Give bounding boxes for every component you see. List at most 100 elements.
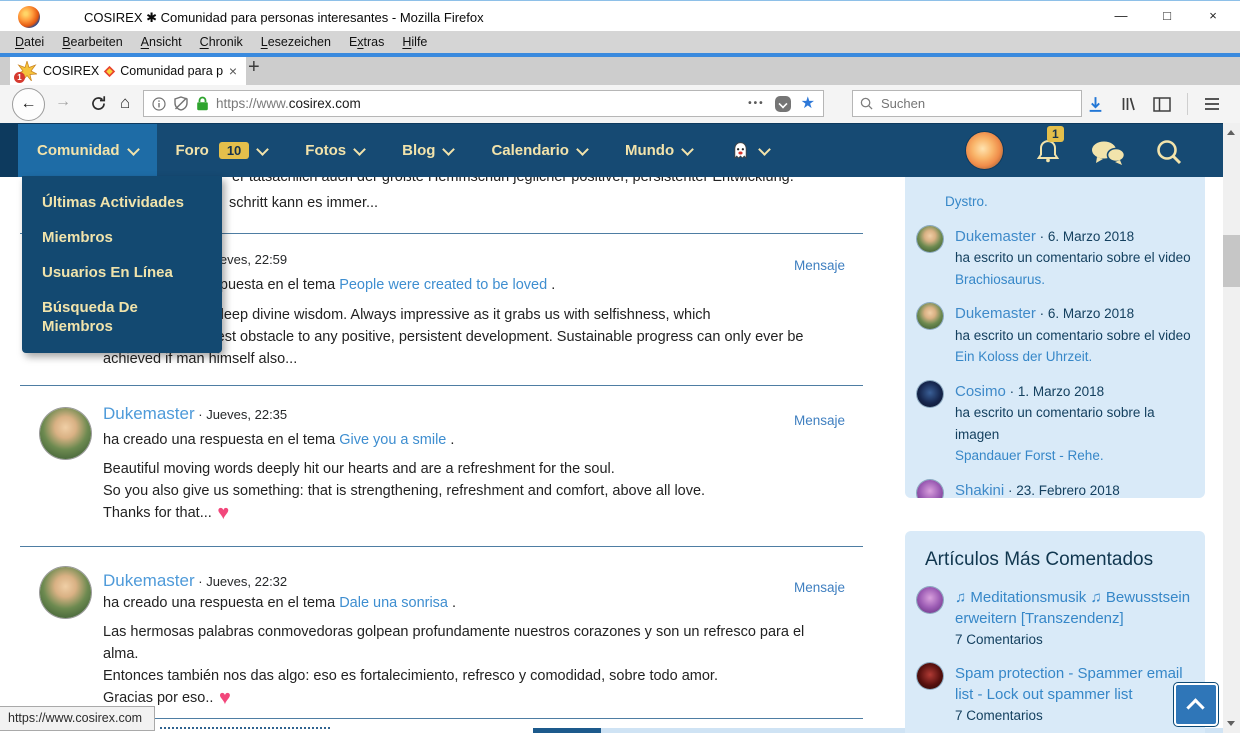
tab-close-icon[interactable]: × <box>227 63 239 79</box>
avatar[interactable] <box>917 587 943 613</box>
back-button[interactable]: ← <box>12 88 45 121</box>
pocket-icon[interactable] <box>775 96 791 112</box>
download-icon[interactable] <box>1087 96 1104 113</box>
library-icon[interactable] <box>1120 96 1137 112</box>
topic-link[interactable]: People were created to be loved <box>339 277 547 293</box>
menubar-item-hilfe[interactable]: Hilfe <box>393 33 436 51</box>
activity-target-link[interactable]: Dystro. <box>945 191 1205 213</box>
activity-item: Cosimo · 1. Marzo 2018 ha escrito un come… <box>917 381 1191 467</box>
close-button[interactable]: × <box>1190 2 1236 31</box>
avatar[interactable] <box>917 303 943 329</box>
forward-button[interactable]: → <box>55 93 71 111</box>
avatar[interactable] <box>917 226 943 252</box>
message-link[interactable]: Mensaje <box>794 580 845 595</box>
sidebar-toggle-icon[interactable] <box>1153 97 1171 112</box>
tracking-protection-shield-icon[interactable] <box>173 96 189 111</box>
avatar[interactable] <box>917 381 943 407</box>
activity-user-link[interactable]: Cosimo <box>955 383 1006 400</box>
activity-date: · 23. Febrero 2018 <box>1004 483 1120 498</box>
activity-target-link[interactable]: Brachiosaurus. <box>955 269 1191 291</box>
author-link[interactable]: Dukemaster <box>103 404 195 423</box>
user-avatar[interactable] <box>966 132 1003 169</box>
maximize-button[interactable]: □ <box>1144 2 1190 31</box>
page-actions-icon[interactable]: ••• <box>748 98 765 109</box>
url-bar[interactable]: https://www.cosirex.com ••• ★ <box>143 90 824 117</box>
menu-bar: DateiBearbeitenAnsichtChronikLesezeichen… <box>0 31 1240 53</box>
article-comment-count: 7 Comentarios <box>955 632 1191 647</box>
reload-button[interactable] <box>90 95 107 112</box>
activity-item: Dukemaster · 6. Marzo 2018 ha escrito un … <box>917 303 1191 368</box>
browser-scrollbar[interactable] <box>1223 123 1240 733</box>
active-tab[interactable]: 1 COSIREX Comunidad para p × <box>10 57 246 85</box>
home-button[interactable]: ⌂ <box>120 93 130 113</box>
nav-item-calendario[interactable]: Calendario <box>472 124 606 177</box>
window-title: COSIREX ✱ Comunidad para personas intere… <box>84 10 484 26</box>
avatar[interactable] <box>917 480 943 499</box>
article-link[interactable]: Spam protection - Spammer email list - L… <box>955 663 1191 705</box>
activity-date: · 1. Marzo 2018 <box>1006 384 1104 399</box>
nav-item-comunidad[interactable]: Comunidad <box>18 124 157 177</box>
menubar-item-lesezeichen[interactable]: Lesezeichen <box>252 33 340 51</box>
avatar[interactable] <box>40 408 91 459</box>
hamburger-menu-icon[interactable] <box>1204 97 1220 111</box>
toolbar-separator <box>1187 93 1188 115</box>
author-link[interactable]: Dukemaster <box>103 571 195 590</box>
nav-item-ghost[interactable] <box>711 124 788 177</box>
avatar[interactable] <box>917 663 943 689</box>
activity-user-link[interactable]: Dukemaster <box>955 305 1036 322</box>
article-item: ♫ Meditationsmusik ♫ Bewusstsein erweite… <box>917 587 1191 647</box>
scrollbar-up-arrow[interactable] <box>1227 130 1235 135</box>
nav-item-label: Foro <box>176 142 209 159</box>
dropdown-item-usuarios-en-línea[interactable]: Usuarios En Línea <box>22 255 222 290</box>
info-icon[interactable] <box>152 97 166 111</box>
activity-action: ha escrito un comentario sobre la imagen <box>955 402 1191 445</box>
url-host: cosirex.com <box>289 96 361 111</box>
url-text[interactable]: https://www.cosirex.com <box>216 96 361 111</box>
minimize-button[interactable]: — <box>1098 2 1144 31</box>
scrollbar-thumb[interactable] <box>1223 235 1240 287</box>
topic-link[interactable]: Give you a smile <box>339 432 446 448</box>
activity-target-link[interactable]: Ein Koloss der Uhrzeit. <box>955 346 1191 368</box>
menubar-item-chronik[interactable]: Chronik <box>191 33 252 51</box>
heart-icon: ♥ <box>213 687 230 709</box>
message-link[interactable]: Mensaje <box>794 413 845 428</box>
activity-target-link[interactable]: Spandauer Forst - Rehe. <box>955 445 1191 467</box>
title-bar: COSIREX ✱ Comunidad para personas intere… <box>0 2 1240 31</box>
scrollbar-down-arrow[interactable] <box>1227 721 1235 726</box>
dropdown-item-últimas-actividades[interactable]: Últimas Actividades <box>22 185 222 220</box>
nav-item-foro[interactable]: Foro10 <box>157 124 287 177</box>
avatar[interactable] <box>40 567 91 618</box>
partial-post-text: schritt kann es immer... <box>229 195 378 211</box>
search-input[interactable] <box>879 95 1033 112</box>
menubar-item-bearbeiten[interactable]: Bearbeiten <box>53 33 131 51</box>
activity-user-link[interactable]: Shakini <box>955 482 1004 499</box>
dropdown-item-búsqueda-de-miembros[interactable]: Búsqueda De Miembros <box>22 290 222 344</box>
messages-chat-icon[interactable] <box>1090 140 1126 166</box>
most-commented-panel: Artículos Más Comentados ♫ Meditationsmu… <box>905 531 1205 733</box>
bookmark-star-icon[interactable]: ★ <box>801 96 815 112</box>
nav-item-fotos[interactable]: Fotos <box>286 124 383 177</box>
burst-icon <box>103 65 116 78</box>
new-tab-button[interactable]: + <box>248 56 260 79</box>
search-bar[interactable] <box>852 90 1082 117</box>
menubar-item-ansicht[interactable]: Ansicht <box>132 33 191 51</box>
menubar-item-datei[interactable]: Datei <box>6 33 53 51</box>
navigation-toolbar: ← → ⌂ https://www.cosirex.com <box>0 85 1240 124</box>
activity-date: · 6. Marzo 2018 <box>1036 306 1134 321</box>
search-icon <box>860 97 873 110</box>
tab-bar: 1 COSIREX Comunidad para p × + <box>0 53 1240 85</box>
article-link[interactable]: ♫ Meditationsmusik ♫ Bewusstsein erweite… <box>955 587 1191 629</box>
site-search-icon[interactable] <box>1154 137 1184 167</box>
activity-action: ha escrito un comentario sobre el video <box>955 325 1191 347</box>
nav-item-mundo[interactable]: Mundo <box>606 124 711 177</box>
chevron-down-icon <box>576 143 589 156</box>
post-header: Dukemaster · Jueves, 22:35 <box>103 404 287 424</box>
message-link[interactable]: Mensaje <box>794 258 845 273</box>
activity-user-link[interactable]: Dukemaster <box>955 228 1036 245</box>
scroll-to-top-button[interactable] <box>1174 683 1218 726</box>
nav-item-blog[interactable]: Blog <box>383 124 472 177</box>
topic-link[interactable]: Dale una sonrisa <box>339 595 448 611</box>
menubar-item-extras[interactable]: Extras <box>340 33 393 51</box>
dropdown-item-miembros[interactable]: Miembros <box>22 220 222 255</box>
nav-item-label: Blog <box>402 142 435 159</box>
